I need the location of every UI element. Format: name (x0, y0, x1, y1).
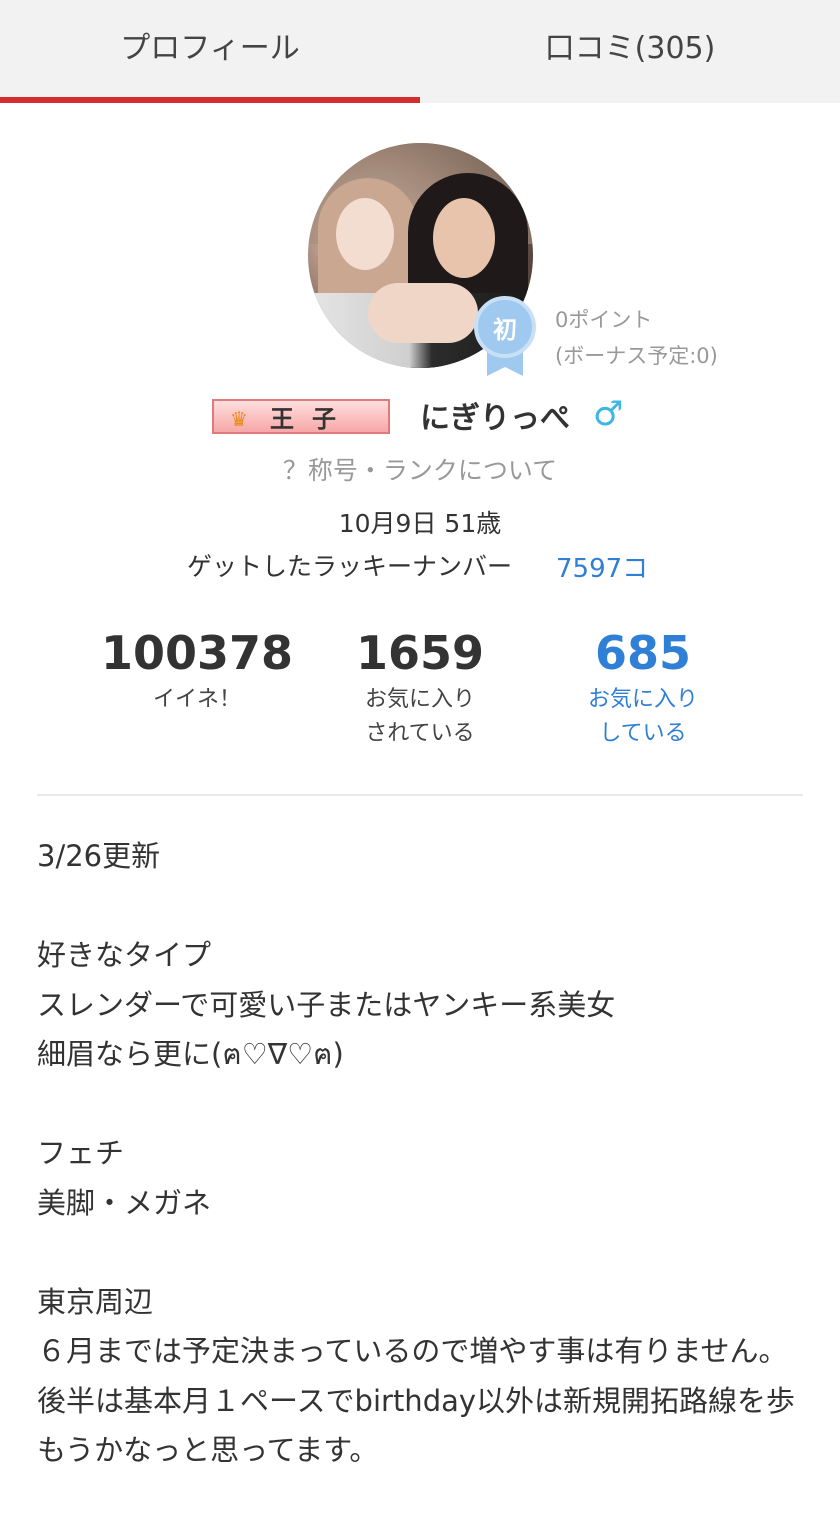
bonus-points: (ボーナス予定:0) (555, 344, 718, 368)
first-timer-badge-icon: 初 (474, 296, 536, 376)
rank-title-label: 王子 (270, 405, 354, 433)
birthday-age: 10月9日 51歳 (338, 509, 502, 538)
favorited-by-label: お気に入り されている (364, 687, 475, 746)
badge-circle: 初 (474, 296, 536, 358)
lucky-number-value[interactable]: 7597コ (556, 548, 648, 585)
divider (37, 794, 803, 796)
profile-bio: 3/26更新 好きなタイプ スレンダーで可愛い子またはヤンキー系美女 細眉なら更… (37, 839, 796, 1467)
likes-count: 100378 (100, 626, 294, 680)
stat-favoriting[interactable]: 685 お気に入り している (543, 625, 743, 751)
points-info: 0ポイント (ボーナス予定:0) (555, 302, 718, 374)
tab-reviews-label: 口コミ(305) (544, 30, 716, 66)
lucky-number-label: ゲットしたラッキーナンバー (187, 552, 513, 581)
male-icon: ♂ (593, 394, 624, 434)
likes-label: イイネ！ (152, 687, 241, 712)
stat-favorited-by[interactable]: 1659 お気に入り されている (320, 625, 520, 751)
rank-title-badge: ♛ 王子 (212, 399, 390, 434)
tab-bar: プロフィール 口コミ(305) (0, 0, 840, 103)
badge-label: 初 (493, 315, 517, 344)
favoriting-count: 685 (594, 626, 692, 680)
points-value: 0ポイント (555, 308, 653, 332)
tab-reviews[interactable]: 口コミ(305) (420, 0, 840, 103)
rank-info-link[interactable]: ？称号・ランクについて (0, 451, 840, 487)
favoriting-label: お気に入り している (587, 687, 698, 746)
tab-profile[interactable]: プロフィール (0, 0, 420, 103)
username: にぎりっぺ (420, 401, 570, 436)
crown-icon: ♛ (230, 407, 248, 431)
favorited-by-count: 1659 (355, 626, 485, 680)
stat-likes: 100378 イイネ！ (97, 625, 297, 717)
tab-profile-label: プロフィール (120, 30, 300, 66)
